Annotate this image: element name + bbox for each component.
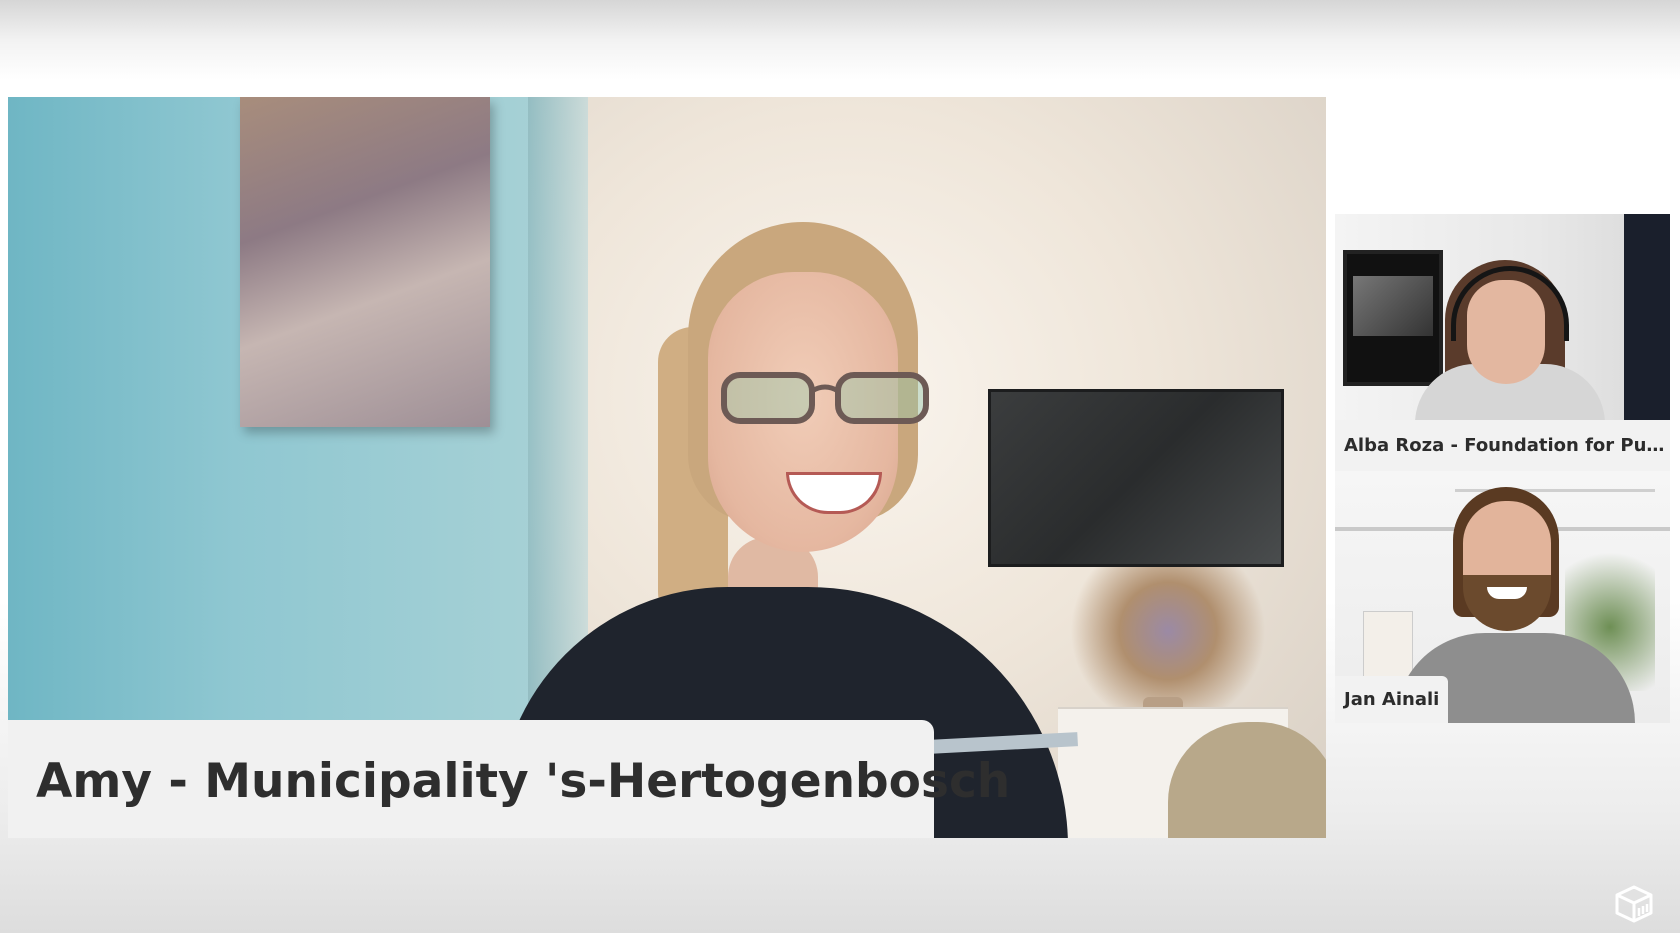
participant-name-label: Jan Ainali [1335,676,1449,723]
glasses-icon [721,372,929,424]
wall-painting [240,97,490,427]
main-speaker-name-tag: Amy - Municipality 's-Hertogenbosch [8,720,1010,838]
cube-logo-icon [1615,885,1653,923]
book [1363,611,1413,677]
participant-tile-alba[interactable] [1335,214,1670,420]
main-speaker-name: Amy - Municipality 's-Hertogenbosch [36,754,1011,809]
wall-tv [988,389,1284,567]
movie-poster [1343,250,1443,386]
participant-name-label: Alba Roza - Foundation for Publi… [1335,420,1670,471]
